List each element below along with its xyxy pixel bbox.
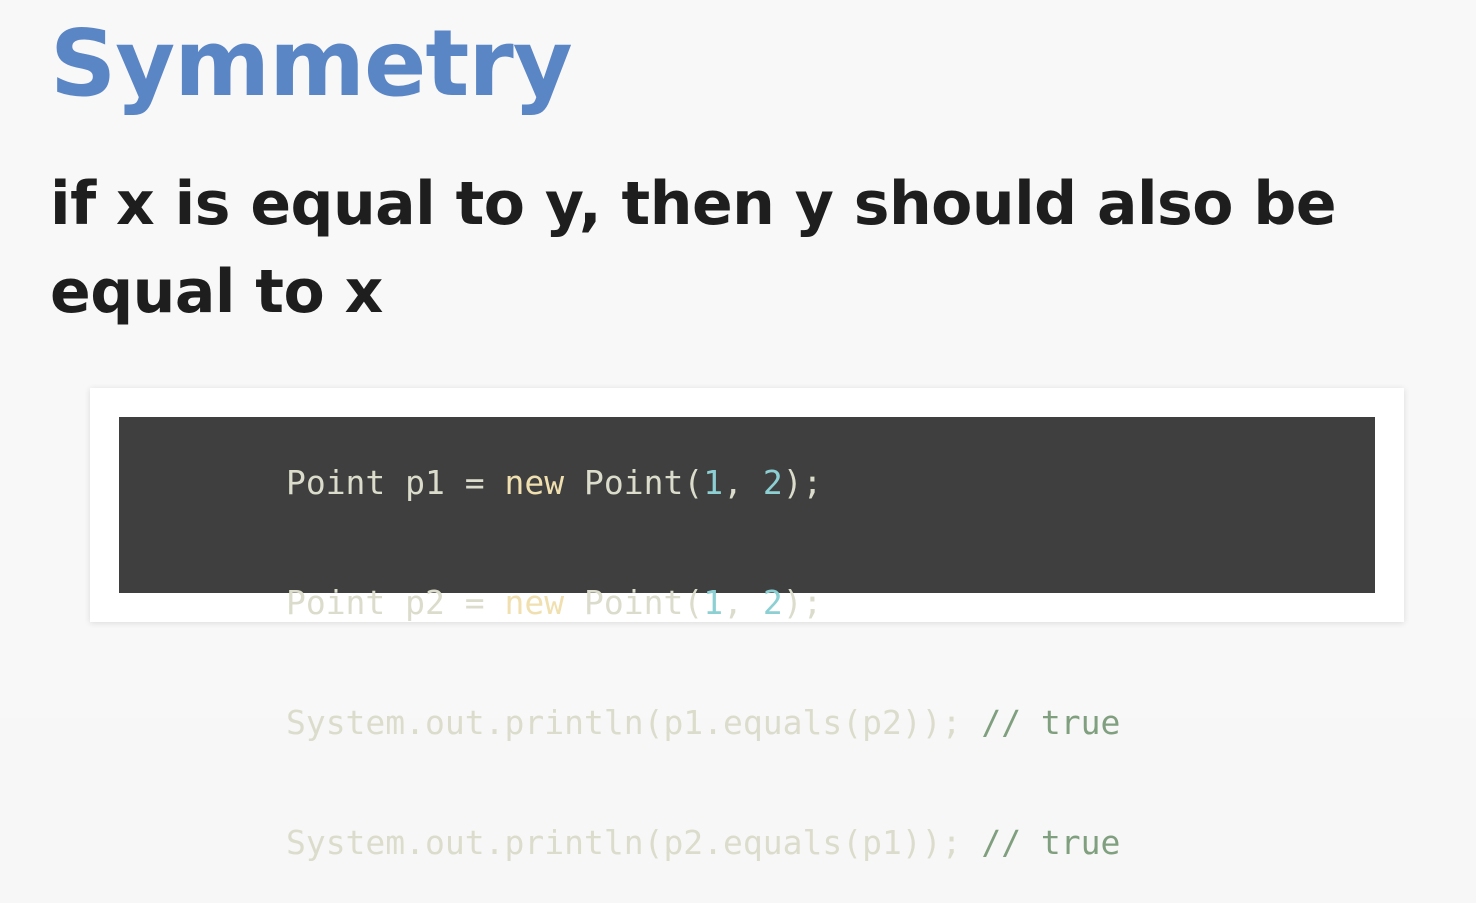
- code-token-number: 1: [703, 463, 724, 502]
- code-line-1: Point p1 = new Point(1, 2);: [127, 423, 1375, 543]
- code-card: Point p1 = new Point(1, 2); Point p2 = n…: [90, 388, 1404, 862]
- code-line-4: System.out.println(p2.equals(p1)); // tr…: [127, 783, 1375, 903]
- code-token: System.out.println(p1.equals(p2));: [285, 703, 982, 742]
- code-token-number: 1: [703, 583, 724, 622]
- code-token-comment: // true: [981, 703, 1121, 742]
- code-token-number: 2: [762, 463, 783, 502]
- code-token: Point(: [564, 463, 704, 502]
- code-block: Point p1 = new Point(1, 2); Point p2 = n…: [119, 417, 1375, 862]
- code-token: System.out.println(p2.equals(p1));: [285, 823, 982, 862]
- slide: Symmetry if x is equal to y, then y shou…: [0, 0, 1476, 862]
- code-token-keyword: new: [504, 463, 565, 502]
- code-token-number: 2: [762, 583, 783, 622]
- code-token: Point(: [564, 583, 704, 622]
- code-token: );: [782, 463, 823, 502]
- code-token-comment: // true: [981, 823, 1121, 862]
- code-token: Point p1 =: [285, 463, 505, 502]
- slide-title: Symmetry: [50, 10, 573, 117]
- code-token-keyword: new: [504, 583, 565, 622]
- code-line-2: Point p2 = new Point(1, 2);: [127, 543, 1375, 663]
- slide-subtitle: if x is equal to y, then y should also b…: [50, 169, 1337, 327]
- code-token: );: [782, 583, 823, 622]
- code-token: ,: [723, 583, 763, 622]
- code-token: Point p2 =: [285, 583, 505, 622]
- code-line-3: System.out.println(p1.equals(p2)); // tr…: [127, 663, 1375, 783]
- code-token: ,: [723, 463, 763, 502]
